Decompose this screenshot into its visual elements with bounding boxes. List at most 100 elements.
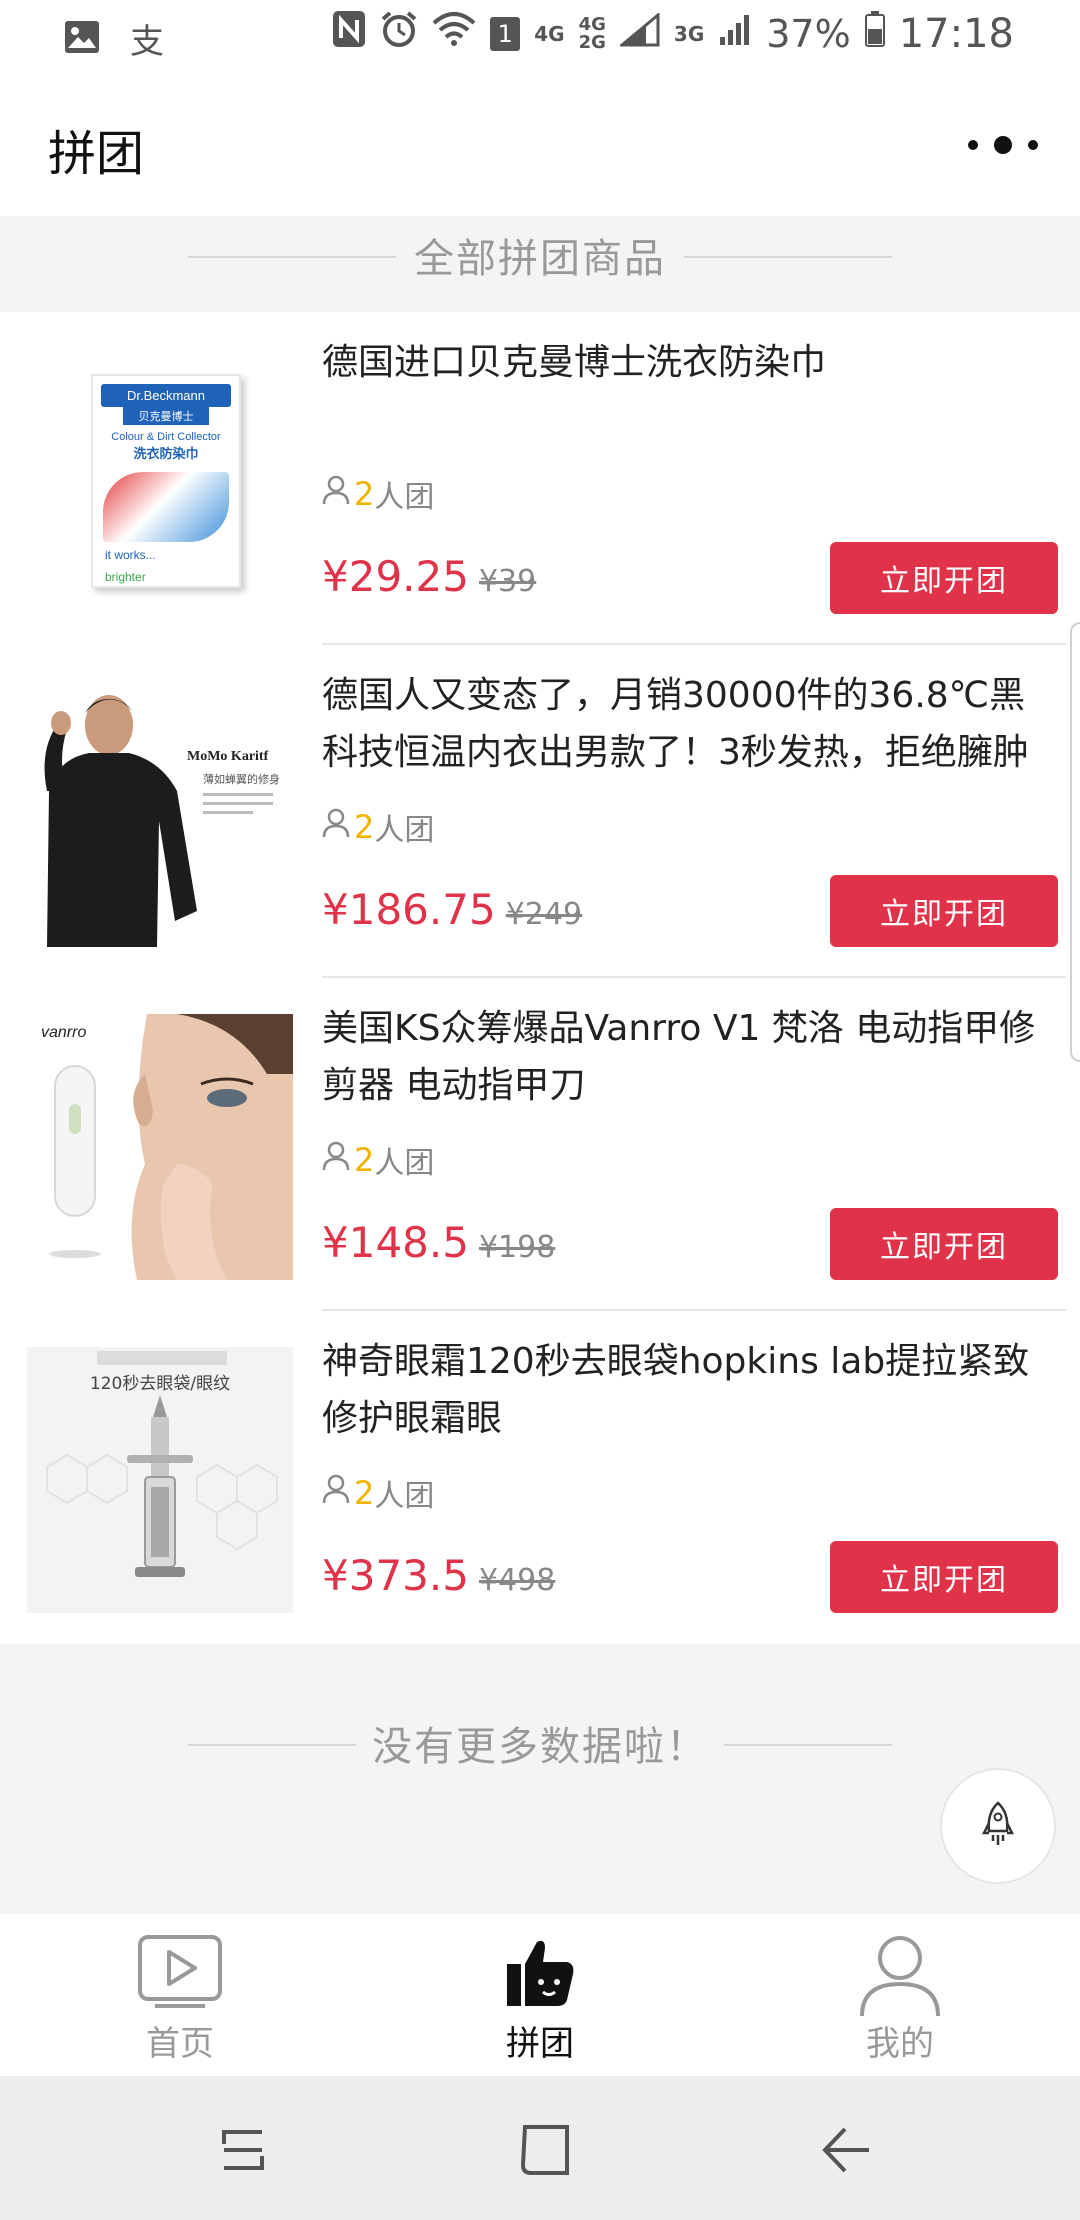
signal-icon [617, 11, 660, 57]
product-body: 德国进口贝克曼博士洗衣防染巾 2 人团 ¥29.25 ¥39 立即开团 [322, 312, 1066, 645]
product-image[interactable]: 120秒去眼袋/眼纹 [27, 1347, 293, 1613]
product-body: 德国人又变态了，月销30000件的36.8℃黑科技恒温内衣出男款了！3秒发热，拒… [322, 645, 1066, 978]
price-row: ¥148.5 ¥198 [322, 1218, 555, 1267]
product-name[interactable]: 德国人又变态了，月销30000件的36.8℃黑科技恒温内衣出男款了！3秒发热，拒… [322, 667, 1042, 781]
price-row: ¥186.75 ¥249 [322, 885, 582, 934]
product-name[interactable]: 德国进口贝克曼博士洗衣防染巾 [322, 334, 1042, 391]
product-line-1: Colour & Dirt Collector [111, 431, 221, 443]
tab-profile-label: 我的 [866, 2024, 934, 2064]
rocket-icon [981, 1801, 1015, 1851]
team-size-row: 2 人团 [322, 1471, 434, 1515]
image-icon [64, 20, 100, 58]
team-size-number: 2 [354, 1474, 375, 1512]
person-icon [322, 1473, 350, 1513]
product-body: 美国KS众筹爆品Vanrro V1 梵洛 电动指甲修剪器 电动指甲刀 2 人团 … [322, 978, 1066, 1311]
network-3g-label: 3G [673, 22, 705, 46]
product-label-banner [97, 1351, 227, 1365]
product-desc-lines [203, 793, 273, 820]
group-price: ¥148.5 [322, 1218, 469, 1267]
network-2g-bottom: 2G [578, 32, 606, 53]
clock: 17:18 [898, 11, 1014, 57]
start-group-button[interactable]: 立即开团 [830, 875, 1058, 947]
more-icon[interactable] [968, 130, 1038, 160]
alarm-icon [380, 10, 418, 58]
group-price: ¥186.75 [322, 885, 496, 934]
tab-profile[interactable]: 我的 [720, 1914, 1080, 2076]
back-to-top-button[interactable] [940, 1768, 1056, 1884]
page-title: 拼团 [48, 126, 145, 182]
product-brand-cn: 贝克曼博士 [123, 407, 209, 425]
original-price: ¥249 [505, 897, 583, 932]
tab-home[interactable]: 首页 [0, 1914, 360, 2076]
team-size-suffix: 人团 [374, 1479, 435, 1514]
product-list: Dr.Beckmann 贝克曼博士 Colour & Dirt Collecto… [0, 312, 1080, 1644]
product-brand-banner: Dr.Beckmann [101, 384, 231, 407]
scroll-indicator[interactable] [1070, 622, 1080, 1062]
system-nav-bar [0, 2076, 1080, 2220]
price-row: ¥29.25 ¥39 [322, 552, 536, 601]
start-group-button[interactable]: 立即开团 [830, 1541, 1058, 1613]
thumbs-up-icon [503, 1934, 577, 2014]
product-name[interactable]: 神奇眼霜120秒去眼袋hopkins lab提拉紧致修护眼霜眼 [322, 1333, 1042, 1447]
team-size-number: 2 [354, 475, 375, 513]
tab-group-buy-label: 拼团 [506, 2024, 574, 2064]
group-price: ¥373.5 [322, 1551, 469, 1600]
product-item[interactable]: 120秒去眼袋/眼纹 神奇眼霜120秒去眼袋hopkins lab提拉紧致修护眼… [0, 1311, 1080, 1644]
recent-apps-button[interactable] [203, 2112, 283, 2192]
home-icon [519, 2123, 571, 2181]
team-size-number: 2 [354, 808, 375, 846]
recent-apps-icon [218, 2122, 268, 2182]
no-more-data-text: 没有更多数据啦！ [372, 1724, 708, 1770]
product-name[interactable]: 美国KS众筹爆品Vanrro V1 梵洛 电动指甲修剪器 电动指甲刀 [322, 1000, 1042, 1114]
wifi-icon [432, 11, 476, 57]
original-price: ¥39 [478, 564, 537, 599]
tab-group-buy[interactable]: 拼团 [360, 1914, 720, 2076]
product-item[interactable]: Dr.Beckmann 贝克曼博士 Colour & Dirt Collecto… [0, 312, 1080, 645]
product-brand-label: vanrro [41, 1024, 87, 1041]
group-price: ¥29.25 [322, 552, 469, 601]
back-button[interactable] [807, 2112, 887, 2192]
price-row: ¥373.5 ¥498 [322, 1551, 555, 1600]
product-tagline: 120秒去眼袋/眼纹 [89, 1374, 231, 1394]
nail-trimmer-art [27, 1014, 293, 1280]
original-price: ¥498 [478, 1563, 556, 1598]
network-4g-2g-badge: 4G 2G [579, 16, 606, 52]
team-size-suffix: 人团 [374, 1146, 435, 1181]
signal-icon-2 [718, 11, 752, 57]
product-item[interactable]: vanrro 美国KS众筹爆品Vanrro V1 梵洛 电动指甲修剪器 电动指甲… [0, 978, 1080, 1311]
original-price: ¥198 [478, 1230, 556, 1265]
end-divider-right [724, 1744, 892, 1746]
network-4g-label: 4G [534, 22, 565, 46]
product-line-3: it works... [105, 548, 156, 562]
team-size-row: 2 人团 [322, 1138, 434, 1182]
product-image[interactable]: Dr.Beckmann 贝克曼博士 Colour & Dirt Collecto… [27, 348, 293, 614]
section-title: 全部拼团商品 [414, 236, 666, 282]
end-of-list: 没有更多数据啦！ [0, 1644, 1080, 1914]
sim-badge: 1 [490, 17, 521, 51]
user-icon [858, 1934, 942, 2022]
status-bar: 支 1 4G 4G 2G 3G 37% 17:18 [0, 0, 1080, 72]
section-divider-right [684, 256, 892, 258]
home-button[interactable] [505, 2112, 585, 2192]
product-line-4: brighter [105, 570, 146, 584]
person-icon [322, 807, 350, 847]
tab-home-label: 首页 [146, 2024, 214, 2064]
team-size-suffix: 人团 [374, 480, 435, 515]
product-brand-label: MoMo Karitf [187, 749, 269, 764]
battery-icon [864, 11, 885, 57]
product-body: 神奇眼霜120秒去眼袋hopkins lab提拉紧致修护眼霜眼 2 人团 ¥37… [322, 1311, 1066, 1644]
product-tagline: 薄如蝉翼的修身 [203, 773, 280, 786]
product-swoosh-art [103, 472, 229, 542]
team-size-number: 2 [354, 1141, 375, 1179]
translate-icon: 支 [130, 22, 164, 62]
section-header: 全部拼团商品 [0, 216, 1080, 312]
product-image[interactable]: MoMo Karitf 薄如蝉翼的修身 [27, 681, 293, 947]
start-group-button[interactable]: 立即开团 [830, 542, 1058, 614]
person-icon [322, 1140, 350, 1180]
app-header: 拼团 [0, 72, 1080, 216]
team-size-suffix: 人团 [374, 813, 435, 848]
start-group-button[interactable]: 立即开团 [830, 1208, 1058, 1280]
product-item[interactable]: MoMo Karitf 薄如蝉翼的修身 德国人又变态了，月销30000件的36.… [0, 645, 1080, 978]
team-size-row: 2 人团 [322, 805, 434, 849]
product-image[interactable]: vanrro [27, 1014, 293, 1280]
